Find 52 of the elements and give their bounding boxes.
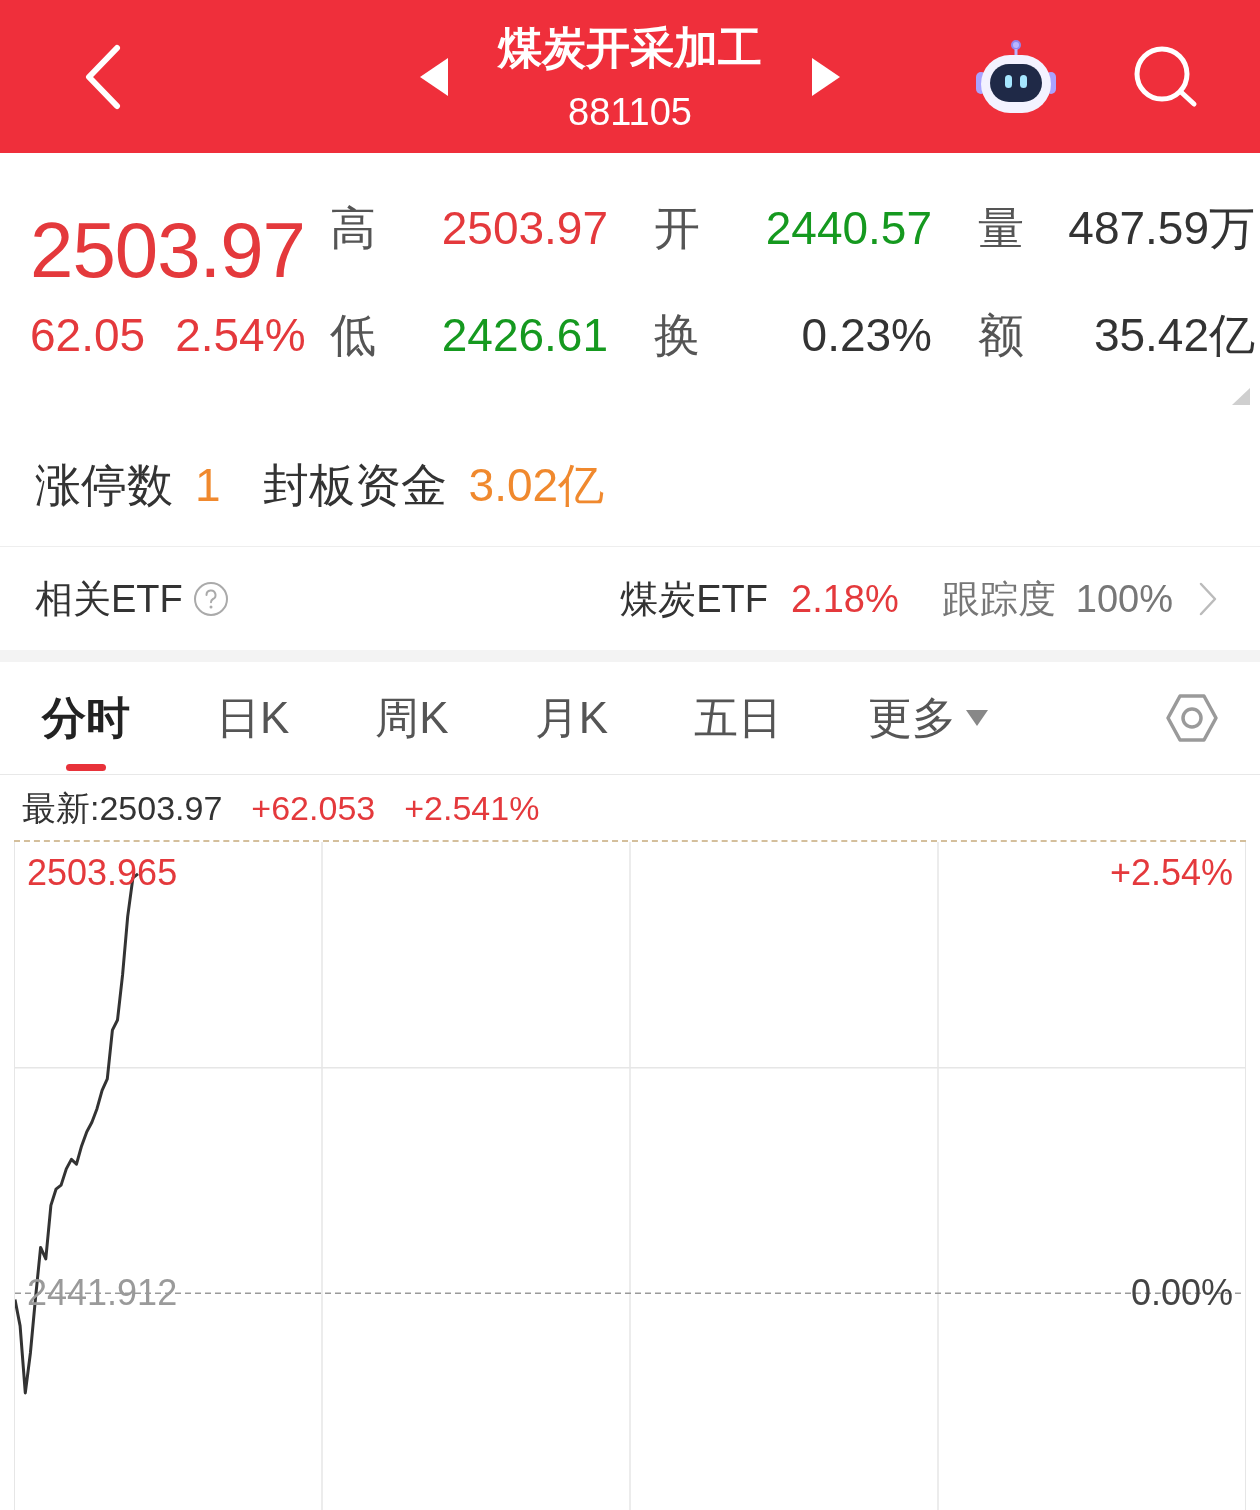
change-percent-label: +2.541%	[404, 787, 540, 828]
stat-label: 量	[978, 202, 1024, 254]
caret-left-icon	[420, 57, 448, 96]
caret-down-icon	[966, 710, 989, 726]
limit-label: 涨停数	[35, 459, 173, 511]
chart-tab[interactable]: 月K	[534, 662, 609, 774]
index-code: 881105	[568, 89, 692, 134]
stat-value: 35.42亿	[1093, 309, 1255, 361]
change-label: +62.053	[251, 787, 376, 828]
stat-label: 额	[978, 309, 1024, 361]
price-change: 62.05	[30, 309, 146, 361]
related-etf-label: 相关ETF	[35, 576, 183, 621]
page-title: 煤炭开采加工	[498, 21, 762, 74]
chart-tab[interactable]: 日K	[216, 662, 290, 774]
previous-button[interactable]	[420, 57, 448, 96]
stat-label: 换	[654, 309, 700, 361]
corner-triangle-icon	[1232, 388, 1250, 405]
next-button[interactable]	[812, 57, 840, 96]
limit-value: 1	[195, 459, 221, 511]
chart-tab[interactable]: 分时	[42, 662, 130, 774]
stat-value: 487.59万	[1068, 202, 1255, 254]
price-axis-label: 2503.965	[27, 853, 178, 894]
percent-axis-label: +2.54%	[1109, 853, 1233, 894]
robot-icon	[976, 39, 1056, 114]
chart-tab[interactable]: 周K	[375, 662, 449, 774]
limit-label: 封板资金	[262, 459, 447, 511]
etf-change: 2.18%	[791, 576, 899, 621]
stat-label: 高	[330, 202, 376, 254]
stat-value: 2503.97	[441, 202, 608, 254]
last-price: 2503.97	[30, 210, 306, 290]
tracking-label: 跟踪度	[941, 576, 1056, 621]
percent-axis-label: 0.00%	[1130, 1273, 1233, 1314]
chevron-left-icon	[83, 43, 123, 110]
tracking-value: 100%	[1075, 576, 1173, 621]
assistant-button[interactable]	[976, 39, 1056, 114]
search-icon	[1132, 45, 1198, 108]
caret-right-icon	[812, 57, 840, 96]
search-button[interactable]	[1132, 45, 1198, 108]
more-tab[interactable]: 更多	[868, 662, 989, 774]
latest-price-label: 最新:2503.97	[22, 787, 223, 828]
etf-name: 煤炭ETF	[620, 576, 769, 621]
stat-value: 0.23%	[801, 309, 932, 361]
stat-value: 2440.57	[765, 202, 932, 254]
stat-label: 低	[330, 309, 376, 361]
limit-value: 3.02亿	[468, 459, 605, 511]
settings-button[interactable]	[1166, 693, 1218, 743]
help-icon[interactable]	[192, 580, 229, 617]
stat-value: 2426.61	[441, 309, 608, 361]
settings-icon	[1166, 693, 1218, 743]
price-change-percent: 2.54%	[175, 309, 306, 361]
chart-tab[interactable]: 五日	[694, 662, 783, 774]
stat-label: 开	[654, 202, 700, 254]
